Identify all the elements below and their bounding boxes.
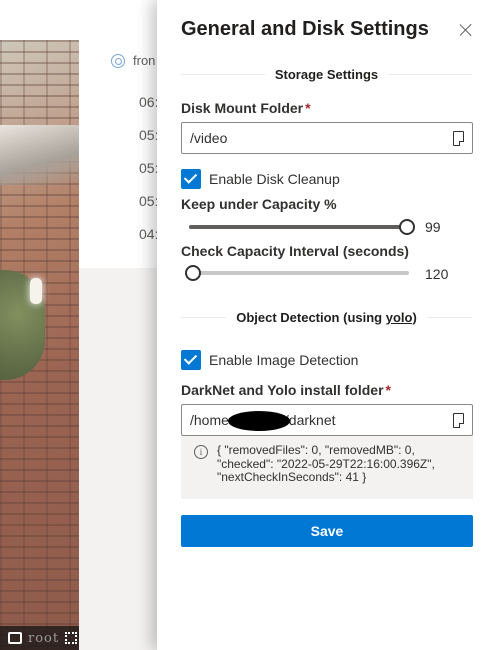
capacity-label: Keep under Capacity % [181, 196, 337, 212]
settings-panel: General and Disk Settings Storage Settin… [157, 0, 496, 650]
interval-value: 120 [425, 266, 449, 282]
close-icon[interactable] [456, 20, 476, 40]
picture-in-picture-icon[interactable] [8, 632, 22, 644]
object-section-prefix: Object Detection (using [236, 310, 386, 325]
capacity-slider[interactable] [189, 217, 415, 237]
checkbox-checked-icon[interactable] [181, 350, 201, 370]
storage-section-label: Storage Settings [264, 67, 389, 82]
status-line: { "removedFiles": 0, "removedMB": 0, [217, 443, 415, 457]
slider-thumb[interactable] [184, 265, 201, 281]
darknet-folder-field[interactable]: /home/darknet [181, 404, 473, 436]
image-detection-label: Enable Image Detection [209, 352, 359, 368]
background-header [0, 0, 169, 40]
object-section-suffix: ) [412, 310, 417, 325]
storage-section-heading: Storage Settings [157, 67, 496, 82]
panel-title: General and Disk Settings [181, 18, 429, 40]
camera-icon [111, 53, 125, 68]
darknet-label: DarkNet and Yolo install folder * [181, 382, 391, 398]
folder-browse-icon[interactable] [453, 412, 464, 428]
event-time[interactable]: 04: [139, 226, 158, 242]
disk-mount-label-text: Disk Mount Folder [181, 100, 304, 116]
event-list-empty-area [79, 268, 169, 650]
required-mark: * [305, 100, 311, 116]
event-time[interactable]: 05: [139, 193, 158, 209]
event-time[interactable]: 06: [139, 94, 158, 110]
image-detection-checkbox[interactable]: Enable Image Detection [181, 350, 358, 370]
interval-label: Check Capacity Interval (seconds) [181, 243, 409, 259]
slider-track [189, 271, 409, 275]
disk-mount-field[interactable]: /video [181, 122, 473, 154]
darknet-label-text: DarkNet and Yolo install folder [181, 382, 384, 398]
camera-source-label: fron [133, 53, 156, 68]
disk-cleanup-label: Enable Disk Cleanup [209, 171, 340, 187]
capacity-value: 99 [425, 219, 441, 235]
interval-slider[interactable] [184, 263, 409, 283]
snapshot-dim-overlay [0, 40, 79, 650]
event-time[interactable]: 05: [139, 127, 158, 143]
required-mark: * [385, 382, 391, 398]
info-icon: i [194, 445, 208, 459]
save-button[interactable]: Save [181, 515, 473, 547]
disk-mount-label: Disk Mount Folder * [181, 100, 311, 116]
redaction-mark [228, 411, 290, 431]
slider-thumb[interactable] [398, 219, 415, 235]
slider-fill [189, 225, 407, 229]
folder-browse-icon[interactable] [453, 130, 464, 146]
snapshot-toolbar: root [0, 626, 79, 650]
darknet-path-start: /home [190, 412, 229, 428]
darknet-path-end: /darknet [284, 412, 336, 428]
camera-snapshot[interactable] [0, 40, 79, 650]
disk-cleanup-checkbox[interactable]: Enable Disk Cleanup [181, 169, 340, 189]
camera-source[interactable]: fron [111, 53, 155, 68]
fullscreen-icon[interactable] [65, 632, 78, 644]
checkbox-checked-icon[interactable] [181, 169, 201, 189]
yolo-link[interactable]: yolo [385, 310, 413, 325]
status-line: "checked": "2022-05-29T22:16:00.396Z", [217, 456, 435, 471]
status-line: "nextCheckInSeconds": 41 } [217, 470, 367, 484]
snapshot-watermark: root [28, 630, 60, 646]
object-section-heading: Object Detection (using yolo) [157, 310, 496, 325]
disk-mount-value: /video [190, 130, 228, 146]
object-section-title: Object Detection (using yolo) [226, 310, 427, 325]
event-time[interactable]: 05: [139, 160, 158, 176]
cleanup-status-message: i { "removedFiles": 0, "removedMB": 0, "… [181, 436, 473, 499]
